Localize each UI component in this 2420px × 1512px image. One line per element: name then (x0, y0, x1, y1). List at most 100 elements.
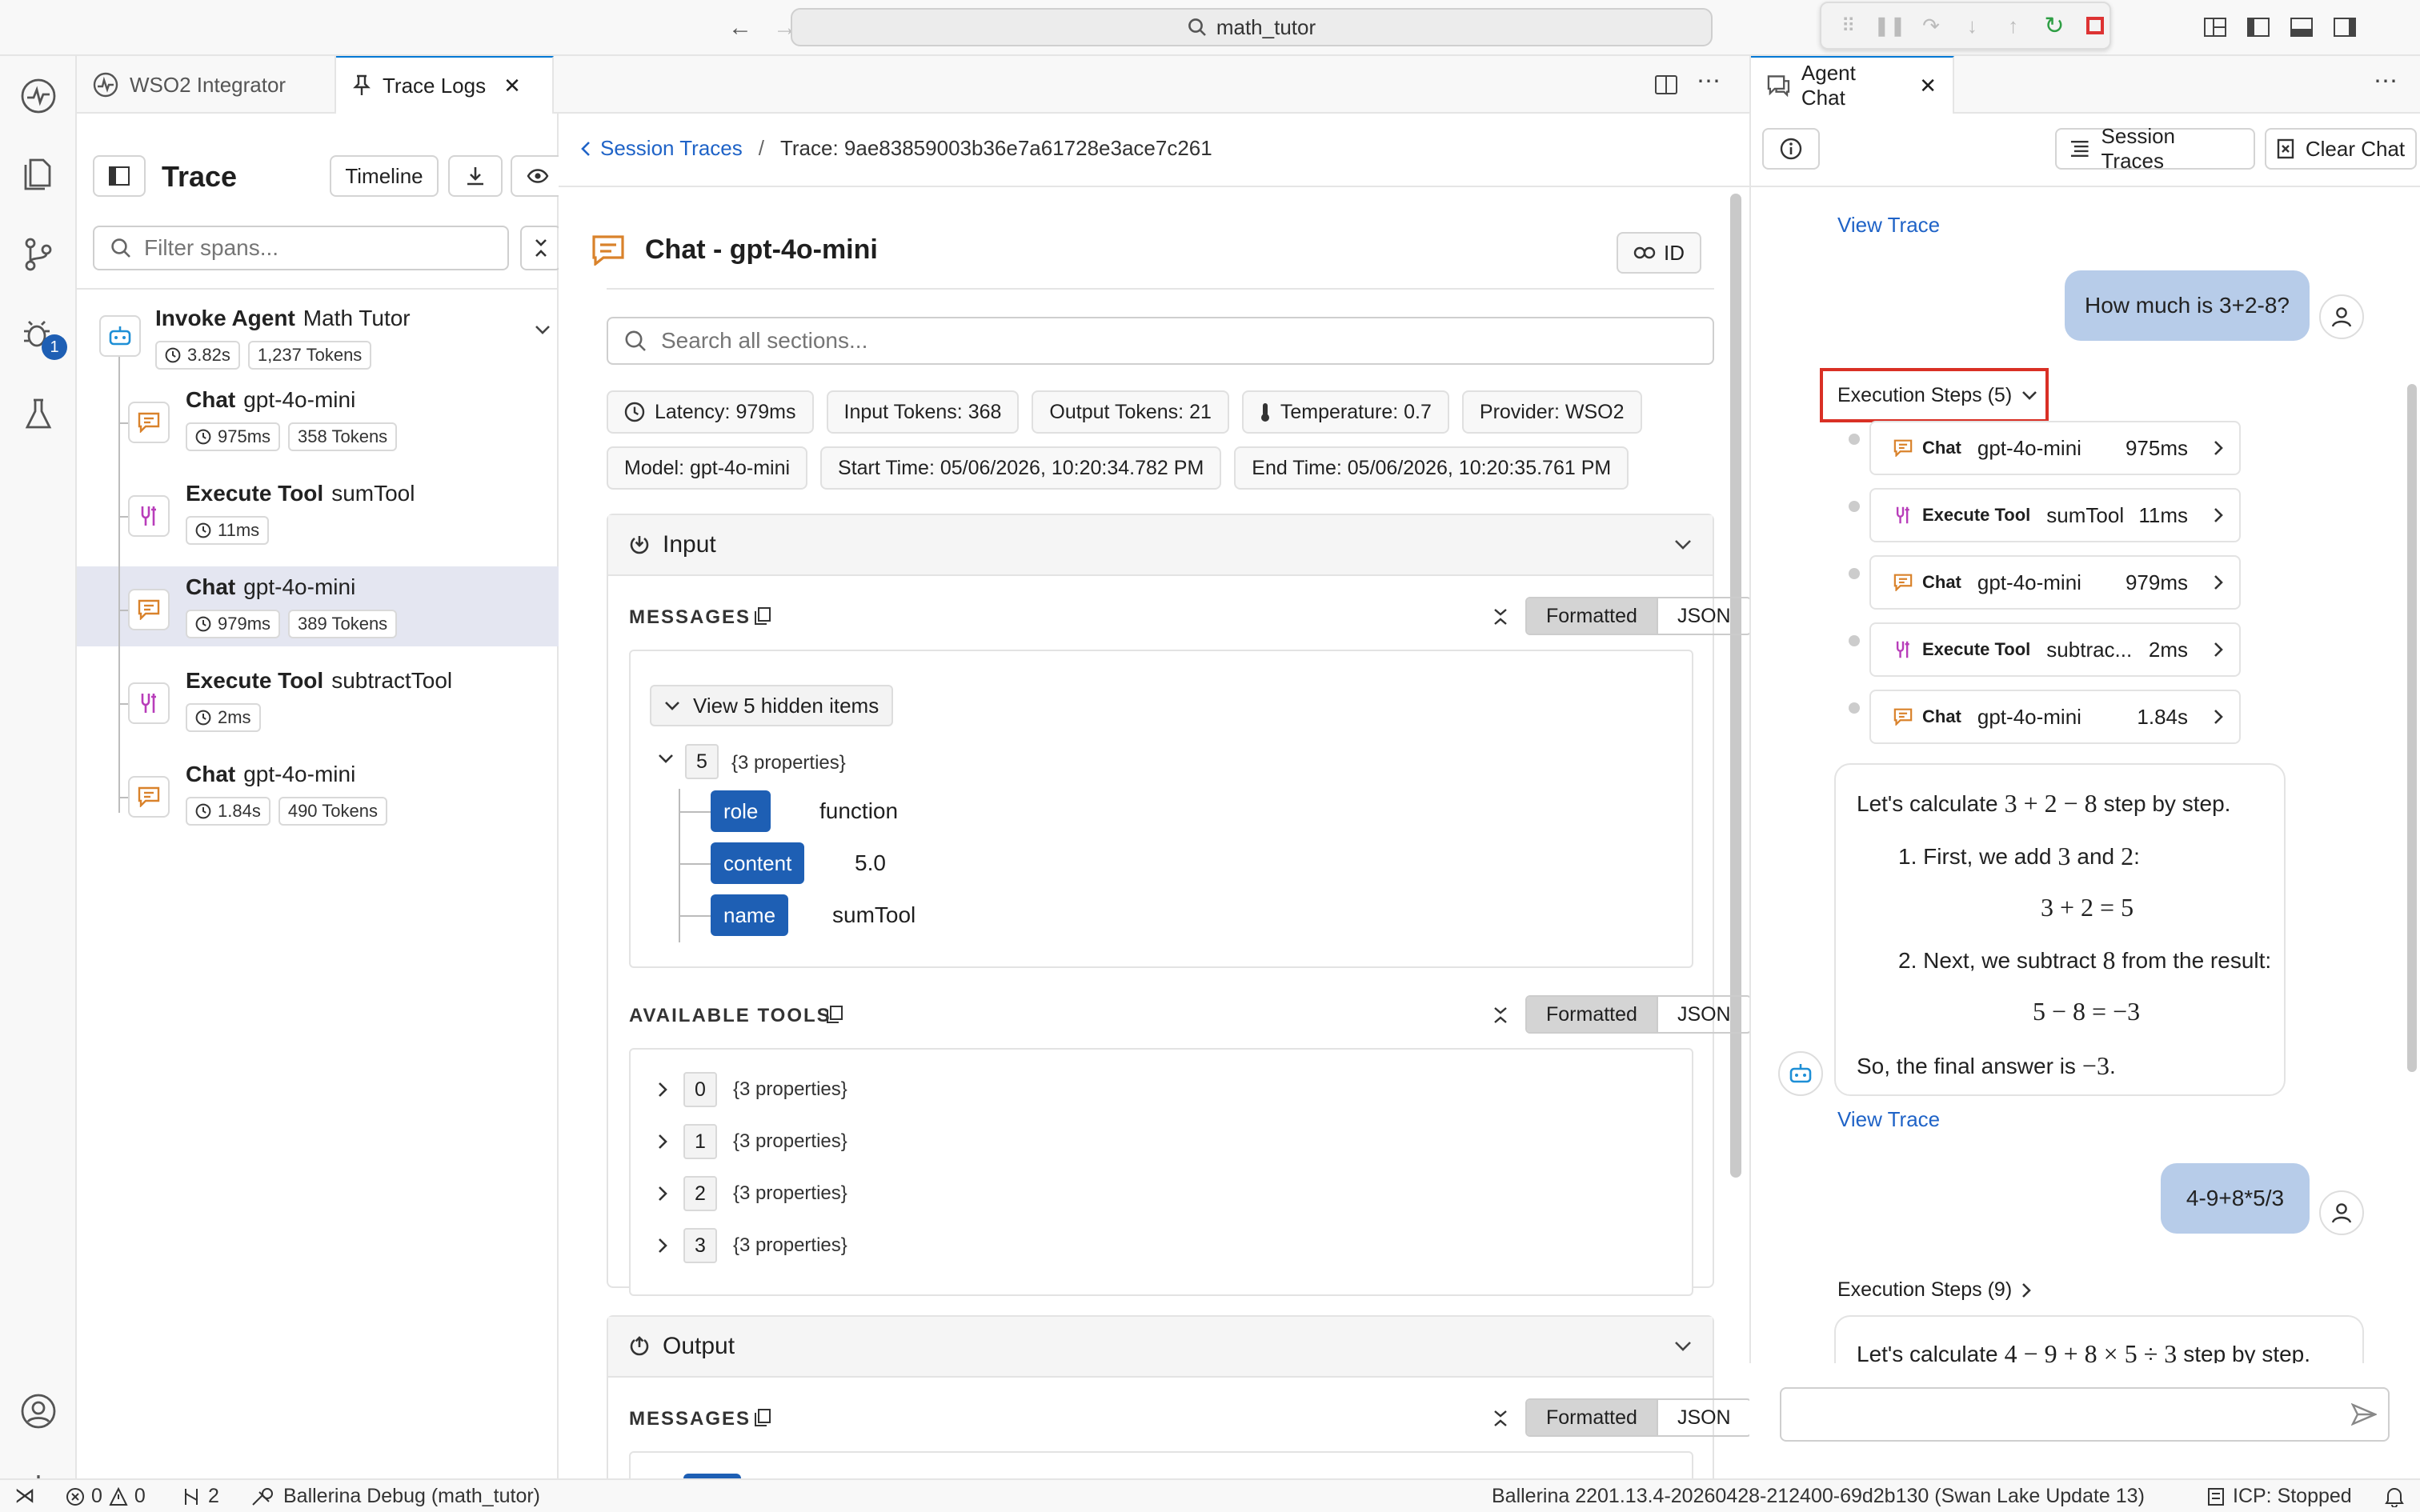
close-tab-icon[interactable]: ✕ (1919, 74, 1937, 98)
search-sections-field[interactable] (607, 317, 1714, 365)
tree-item-invoke-agent[interactable]: Invoke Agent Math Tutor 3.82s 1,237 Token… (77, 293, 559, 379)
tool-row[interactable]: 0 {3 properties} (658, 1072, 847, 1107)
input-section-header[interactable]: Input (608, 515, 1713, 576)
close-tab-icon[interactable]: ✕ (503, 74, 521, 98)
json-button[interactable]: JSON (1656, 997, 1750, 1032)
tool-row[interactable]: 3 {3 properties} (658, 1228, 847, 1263)
search-sections-input[interactable] (661, 328, 1621, 354)
wso2-activity-icon[interactable] (19, 77, 58, 115)
step-into-icon[interactable]: ↓ (1958, 11, 1986, 40)
accounts-icon[interactable] (19, 1392, 58, 1430)
tree-item-span[interactable]: Execute Tool sumTool 11ms (77, 473, 559, 553)
step-kind: Execute Tool (1922, 639, 2031, 659)
ballerina-version[interactable]: Ballerina 2201.13.4-20260428-212400-69d2… (1492, 1485, 2145, 1508)
execution-steps-toggle-2[interactable]: Execution Steps (9) (1837, 1278, 2032, 1302)
layout-controls (2202, 14, 2358, 40)
toggle-secondary-sidebar-icon[interactable] (2332, 14, 2358, 40)
copy-icon[interactable] (754, 1408, 771, 1427)
back-arrow-icon[interactable]: ← (728, 14, 752, 42)
chat-input[interactable] (1780, 1387, 2390, 1442)
debug-status[interactable]: Ballerina Debug (math_tutor) (251, 1485, 540, 1508)
collapse-icon[interactable] (1493, 1410, 1508, 1427)
chevron-down-icon[interactable] (535, 325, 551, 334)
chevron-right-icon (2214, 441, 2223, 455)
drag-handle-icon[interactable]: ⠿ (1834, 11, 1862, 40)
execution-step[interactable]: Chat gpt-4o-mini 979ms (1869, 555, 2241, 610)
send-icon[interactable] (2351, 1403, 2377, 1426)
copy-icon[interactable] (754, 606, 771, 626)
math-expr: 8 (2102, 946, 2116, 974)
explorer-icon[interactable] (19, 155, 58, 194)
chat-scrollbar[interactable] (2407, 384, 2417, 1072)
info-button[interactable] (1762, 128, 1820, 170)
customize-layout-icon[interactable] (2202, 14, 2228, 40)
tree-branch (679, 811, 711, 813)
view-button[interactable] (511, 155, 565, 197)
formatted-button[interactable]: Formatted (1527, 598, 1657, 634)
session-traces-button[interactable]: Session Traces (2055, 124, 2255, 173)
warning-count: 0 (134, 1485, 146, 1507)
collapse-icon[interactable] (1493, 608, 1508, 626)
step-over-icon[interactable]: ↷ (1917, 11, 1945, 40)
collapse-all-button[interactable] (520, 226, 562, 270)
toggle-primary-sidebar-icon[interactable] (2246, 14, 2271, 40)
tool-properties: {3 properties} (733, 1078, 847, 1100)
tab-trace-logs[interactable]: Trace Logs ✕ (336, 56, 554, 114)
run-debug-icon[interactable]: 1 (19, 315, 67, 360)
tool-row[interactable]: 2 {3 properties} (658, 1176, 847, 1211)
tree-item-title: Execute Tool subtractTool (186, 668, 452, 694)
tool-icon (141, 506, 156, 526)
tree-item-span[interactable]: Chat gpt-4o-mini 1.84s 490 Tokens (77, 754, 559, 834)
more-actions-icon[interactable]: ⋯ (1697, 67, 1721, 95)
remote-icon[interactable]: ⋊ (14, 1483, 35, 1508)
testing-flask-icon[interactable] (19, 395, 58, 434)
tree-item-span[interactable]: Execute Tool subtractTool 2ms (77, 660, 559, 740)
clear-chat-button[interactable]: Clear Chat (2265, 128, 2417, 170)
view-hidden-items-button[interactable]: View 5 hidden items (650, 685, 894, 726)
tab-wso2-integrator[interactable]: WSO2 Integrator (77, 56, 336, 114)
view-trace-link[interactable]: View Trace (1837, 213, 1940, 238)
formatted-button[interactable]: Formatted (1527, 997, 1657, 1032)
execution-step[interactable]: Execute Tool sumTool 11ms (1869, 488, 2241, 542)
chevron-down-icon[interactable] (658, 754, 674, 763)
filter-spans-input[interactable] (144, 235, 496, 261)
copy-id-button[interactable]: ID (1617, 232, 1701, 274)
copy-icon[interactable] (826, 1005, 843, 1024)
stop-icon[interactable] (2081, 11, 2109, 40)
execution-step[interactable]: Chat gpt-4o-mini 975ms (1869, 421, 2241, 475)
command-center[interactable]: math_tutor (791, 8, 1713, 46)
source-control-icon[interactable] (19, 235, 58, 274)
tab-agent-chat[interactable]: Agent Chat ✕ (1751, 56, 1954, 114)
breadcrumb-back-link[interactable]: Session Traces (581, 136, 743, 161)
step-out-icon[interactable]: ↑ (1999, 11, 2027, 40)
tree-line (118, 379, 120, 459)
temperature-chip: Temperature: 0.7 (1241, 390, 1449, 434)
execution-steps-toggle[interactable]: Execution Steps (5) (1820, 368, 2049, 422)
tree-item-span[interactable]: Chat gpt-4o-mini 975ms 358 Tokens (77, 379, 559, 459)
toggle-sidebar-button[interactable] (93, 155, 146, 197)
split-editor-icon[interactable] (1653, 72, 1679, 98)
icp-status[interactable]: ICP: Stopped (2207, 1485, 2352, 1508)
problems-indicator[interactable]: 0 0 (66, 1485, 146, 1508)
execution-step[interactable]: Execute Tool subtrac... 2ms (1869, 622, 2241, 677)
chat-bubble-icon (1893, 574, 1913, 591)
ports-indicator[interactable]: 2 (181, 1485, 219, 1508)
bell-icon[interactable] (2385, 1486, 2404, 1507)
restart-icon[interactable]: ↻ (2040, 11, 2068, 40)
collapse-icon[interactable] (1493, 1006, 1508, 1024)
tool-row[interactable]: 1 {3 properties} (658, 1124, 847, 1159)
formatted-button[interactable]: Formatted (1527, 1400, 1657, 1435)
more-actions-icon[interactable]: ⋯ (2374, 67, 2398, 95)
session-traces-label: Session Traces (2101, 124, 2176, 173)
view-trace-link[interactable]: View Trace (1837, 1107, 1940, 1132)
pause-icon[interactable]: ❚❚ (1873, 11, 1905, 40)
filter-spans-field[interactable] (93, 226, 509, 270)
tree-item-span[interactable]: Chat gpt-4o-mini 979ms 389 Tokens (77, 566, 559, 646)
json-button[interactable]: JSON (1656, 1400, 1750, 1435)
toggle-panel-icon[interactable] (2289, 14, 2314, 40)
json-button[interactable]: JSON (1656, 598, 1750, 634)
output-section-header[interactable]: Output (608, 1317, 1713, 1378)
execution-step[interactable]: Chat gpt-4o-mini 1.84s (1869, 690, 2241, 744)
download-button[interactable] (448, 155, 503, 197)
timeline-button[interactable]: Timeline (330, 155, 439, 197)
